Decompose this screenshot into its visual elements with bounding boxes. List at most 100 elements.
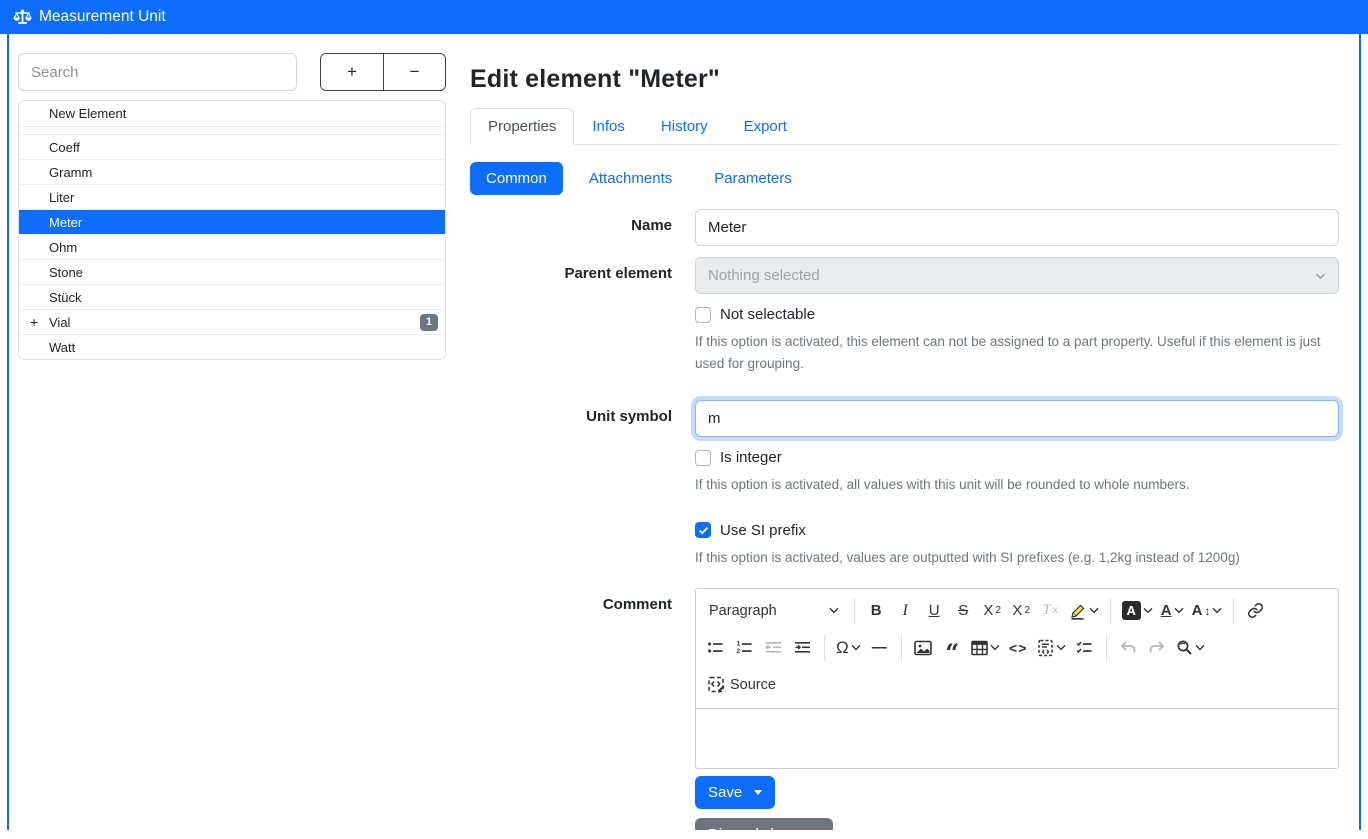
highlighter-icon: [1069, 602, 1087, 620]
sub-tab-bar: Common Attachments Parameters: [470, 162, 1339, 195]
not-selectable-help: If this option is activated, this elemen…: [695, 331, 1339, 374]
todo-list-button[interactable]: [1070, 633, 1099, 663]
highlight-dropdown[interactable]: [1065, 596, 1103, 626]
chevron-down-icon: [1195, 644, 1205, 651]
tree-item-coeff[interactable]: Coeff: [19, 134, 445, 159]
not-selectable-label[interactable]: Not selectable: [720, 306, 815, 323]
link-icon: [1247, 602, 1264, 619]
svg-text:1: 1: [737, 641, 741, 648]
expand-tree-button[interactable]: +: [321, 54, 383, 90]
parent-element-label: Parent element: [470, 257, 672, 400]
svg-text:2: 2: [737, 649, 741, 656]
tree-item-meter-selected[interactable]: Meter: [19, 209, 445, 234]
not-selectable-checkbox[interactable]: [695, 307, 711, 323]
chevron-down-icon: [851, 644, 861, 651]
editor-toolbar: Paragraph B I U S X2: [696, 589, 1338, 709]
tab-history[interactable]: History: [643, 108, 726, 145]
image-icon: [914, 640, 932, 656]
indent-button[interactable]: [788, 633, 817, 663]
tree-item-ohm[interactable]: Ohm: [19, 234, 445, 259]
app-title: Measurement Unit: [39, 8, 166, 26]
tab-export[interactable]: Export: [726, 108, 805, 145]
tree-item-vial[interactable]: + Vial 1: [19, 309, 445, 334]
find-replace-icon: [1176, 639, 1193, 656]
tree-item-gramm[interactable]: Gramm: [19, 159, 445, 184]
outdent-button[interactable]: [759, 633, 788, 663]
italic-button[interactable]: I: [891, 596, 920, 626]
comment-edit-area[interactable]: [696, 709, 1338, 768]
chevron-down-icon: [1174, 607, 1184, 614]
search-input[interactable]: [18, 53, 297, 91]
tree-size-button-group: + −: [320, 53, 446, 91]
inline-code-button[interactable]: <>: [1004, 633, 1033, 663]
undo-icon: [1119, 640, 1137, 655]
is-integer-checkbox[interactable]: [695, 450, 711, 466]
collapse-tree-button[interactable]: −: [383, 54, 445, 90]
subtab-common[interactable]: Common: [470, 162, 563, 195]
caret-down-icon[interactable]: [754, 790, 762, 795]
horizontal-line-button[interactable]: —: [865, 633, 894, 663]
indent-icon: [794, 639, 811, 656]
tree-item-new-element[interactable]: New Element: [19, 101, 445, 126]
redo-button[interactable]: [1143, 633, 1172, 663]
app-brand[interactable]: Measurement Unit: [13, 8, 166, 26]
element-tree: New Element Coeff Gramm Liter Meter Ohm …: [18, 100, 446, 360]
is-integer-label[interactable]: Is integer: [720, 449, 782, 466]
bulleted-list-button[interactable]: [701, 633, 730, 663]
chevron-down-icon: [1212, 607, 1222, 614]
chevron-down-icon: [1315, 272, 1326, 280]
font-background-color-dropdown[interactable]: A: [1118, 596, 1157, 626]
strikethrough-button[interactable]: S: [949, 596, 978, 626]
numbered-list-icon: 1 2: [736, 639, 753, 656]
chevron-down-icon: [990, 644, 1000, 651]
tab-properties[interactable]: Properties: [470, 108, 574, 145]
subtab-parameters[interactable]: Parameters: [698, 162, 808, 195]
name-field[interactable]: [695, 209, 1339, 246]
page-title: Edit element "Meter": [470, 65, 1339, 94]
source-editing-button[interactable]: Source: [701, 670, 782, 700]
parent-element-select[interactable]: Nothing selected: [695, 257, 1339, 294]
tree-item-liter[interactable]: Liter: [19, 184, 445, 209]
link-button[interactable]: [1241, 596, 1270, 626]
use-si-prefix-checkbox[interactable]: [695, 522, 711, 538]
font-color-dropdown[interactable]: A: [1157, 596, 1188, 626]
chevron-down-icon: [1089, 607, 1099, 614]
insert-table-dropdown[interactable]: [967, 633, 1004, 663]
tree-item-stone[interactable]: Stone: [19, 259, 445, 284]
special-characters-dropdown[interactable]: Ω: [832, 633, 865, 663]
unit-symbol-label: Unit symbol: [470, 400, 672, 588]
sidebar: + − New Element Coeff Gramm Liter Meter …: [18, 53, 446, 830]
chevron-down-icon: [1056, 644, 1066, 651]
chevron-down-icon: [829, 607, 839, 614]
save-button[interactable]: Save: [695, 776, 775, 809]
page-frame: + − New Element Coeff Gramm Liter Meter …: [7, 34, 1361, 830]
insert-image-button[interactable]: [909, 633, 938, 663]
tab-infos[interactable]: Infos: [574, 108, 643, 145]
expand-node-icon[interactable]: +: [30, 314, 38, 330]
discard-changes-button[interactable]: Discard changes: [695, 818, 833, 830]
tree-item-watt[interactable]: Watt: [19, 334, 445, 359]
subscript-button[interactable]: X2: [978, 596, 1007, 626]
source-editing-icon: [707, 675, 726, 694]
tree-item-stueck[interactable]: Stück: [19, 284, 445, 309]
outdent-icon: [765, 639, 782, 656]
block-quote-button[interactable]: “: [938, 633, 967, 663]
subtab-attachments[interactable]: Attachments: [573, 162, 688, 195]
bold-button[interactable]: B: [862, 596, 891, 626]
underline-button[interactable]: U: [920, 596, 949, 626]
name-label: Name: [470, 209, 672, 246]
main-panel: Edit element "Meter" Properties Infos Hi…: [446, 53, 1349, 830]
tab-bar: Properties Infos History Export: [470, 108, 1339, 145]
redo-icon: [1148, 640, 1166, 655]
superscript-button[interactable]: X2: [1007, 596, 1036, 626]
code-block-dropdown[interactable]: [1033, 633, 1070, 663]
numbered-list-button[interactable]: 1 2: [730, 633, 759, 663]
heading-dropdown[interactable]: Paragraph: [701, 596, 847, 626]
font-size-dropdown[interactable]: A↕: [1188, 596, 1227, 626]
unit-symbol-field[interactable]: [695, 400, 1339, 437]
use-si-prefix-label[interactable]: Use SI prefix: [720, 522, 806, 539]
comment-label: Comment: [470, 588, 672, 830]
find-and-replace-dropdown[interactable]: [1172, 633, 1209, 663]
remove-format-button[interactable]: Tx: [1036, 596, 1065, 626]
undo-button[interactable]: [1114, 633, 1143, 663]
